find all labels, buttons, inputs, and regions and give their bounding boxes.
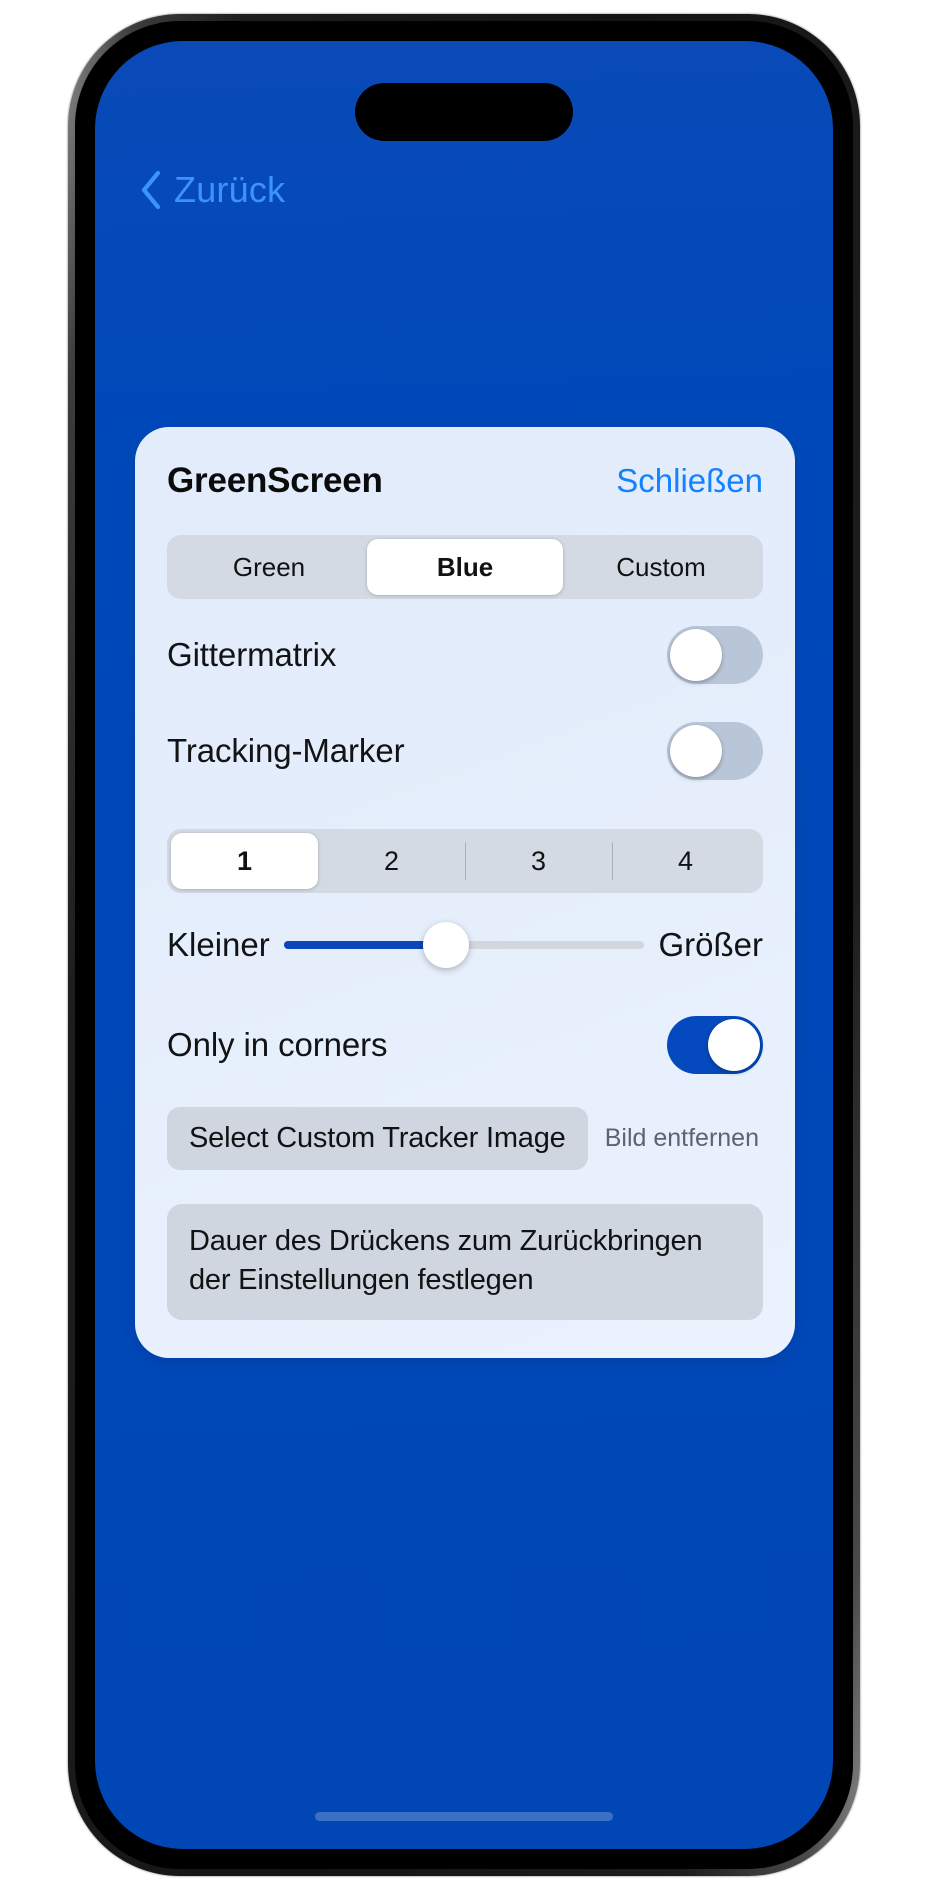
segment-count-1[interactable]: 1 [171,833,318,889]
marker-count-segmented-control[interactable]: 1 2 3 4 [167,829,763,893]
segment-count-3[interactable]: 3 [465,833,612,889]
segment-custom[interactable]: Custom [563,539,759,595]
toggle-knob [708,1019,760,1071]
slider-fill [283,941,447,949]
row-gittermatrix: Gittermatrix [167,607,763,703]
toggle-knob [670,629,722,681]
size-slider[interactable] [283,922,645,968]
toggle-gittermatrix[interactable] [667,626,763,684]
segment-count-2[interactable]: 2 [318,833,465,889]
slider-max-label: Größer [658,926,763,963]
row-tracking-marker: Tracking-Marker [167,703,763,799]
close-button[interactable]: Schließen [616,462,763,500]
tracker-image-row: Select Custom Tracker Image Bild entfern… [167,1107,763,1170]
toggle-only-in-corners[interactable] [667,1016,763,1074]
slider-thumb[interactable] [423,922,470,968]
toggle-knob [670,725,722,777]
page-title: GreenScreen [167,461,383,500]
screenshot-stage: Zurück GreenScreen Schließen Green Blue … [0,0,928,1891]
row-label-gittermatrix: Gittermatrix [167,636,337,673]
row-only-in-corners: Only in corners [167,997,763,1093]
toggle-tracking-marker[interactable] [667,722,763,780]
chevron-left-icon [140,170,162,210]
dynamic-island [355,83,573,141]
row-label-only-in-corners: Only in corners [167,1026,388,1063]
remove-image-button[interactable]: Bild entfernen [605,1124,763,1153]
row-label-tracking-marker: Tracking-Marker [167,732,405,769]
back-button[interactable]: Zurück [140,169,285,211]
segment-blue[interactable]: Blue [367,539,563,595]
segment-green[interactable]: Green [171,539,367,595]
phone-bezel: Zurück GreenScreen Schließen Green Blue … [75,21,853,1869]
segment-count-4[interactable]: 4 [612,833,759,889]
phone-frame: Zurück GreenScreen Schließen Green Blue … [68,14,860,1876]
home-indicator[interactable] [315,1812,613,1821]
press-duration-setting[interactable]: Dauer des Drückens zum Zurückbringen der… [167,1204,763,1320]
back-button-label: Zurück [174,169,286,210]
size-slider-row: Kleiner Größer [167,893,763,997]
slider-min-label: Kleiner [167,926,270,963]
card-header: GreenScreen Schließen [167,461,763,501]
select-custom-tracker-image-button[interactable]: Select Custom Tracker Image [167,1107,588,1170]
greenscreen-settings-card: GreenScreen Schließen Green Blue Custom … [135,427,795,1358]
color-mode-segmented-control[interactable]: Green Blue Custom [167,535,763,599]
phone-screen: Zurück GreenScreen Schließen Green Blue … [95,41,833,1849]
